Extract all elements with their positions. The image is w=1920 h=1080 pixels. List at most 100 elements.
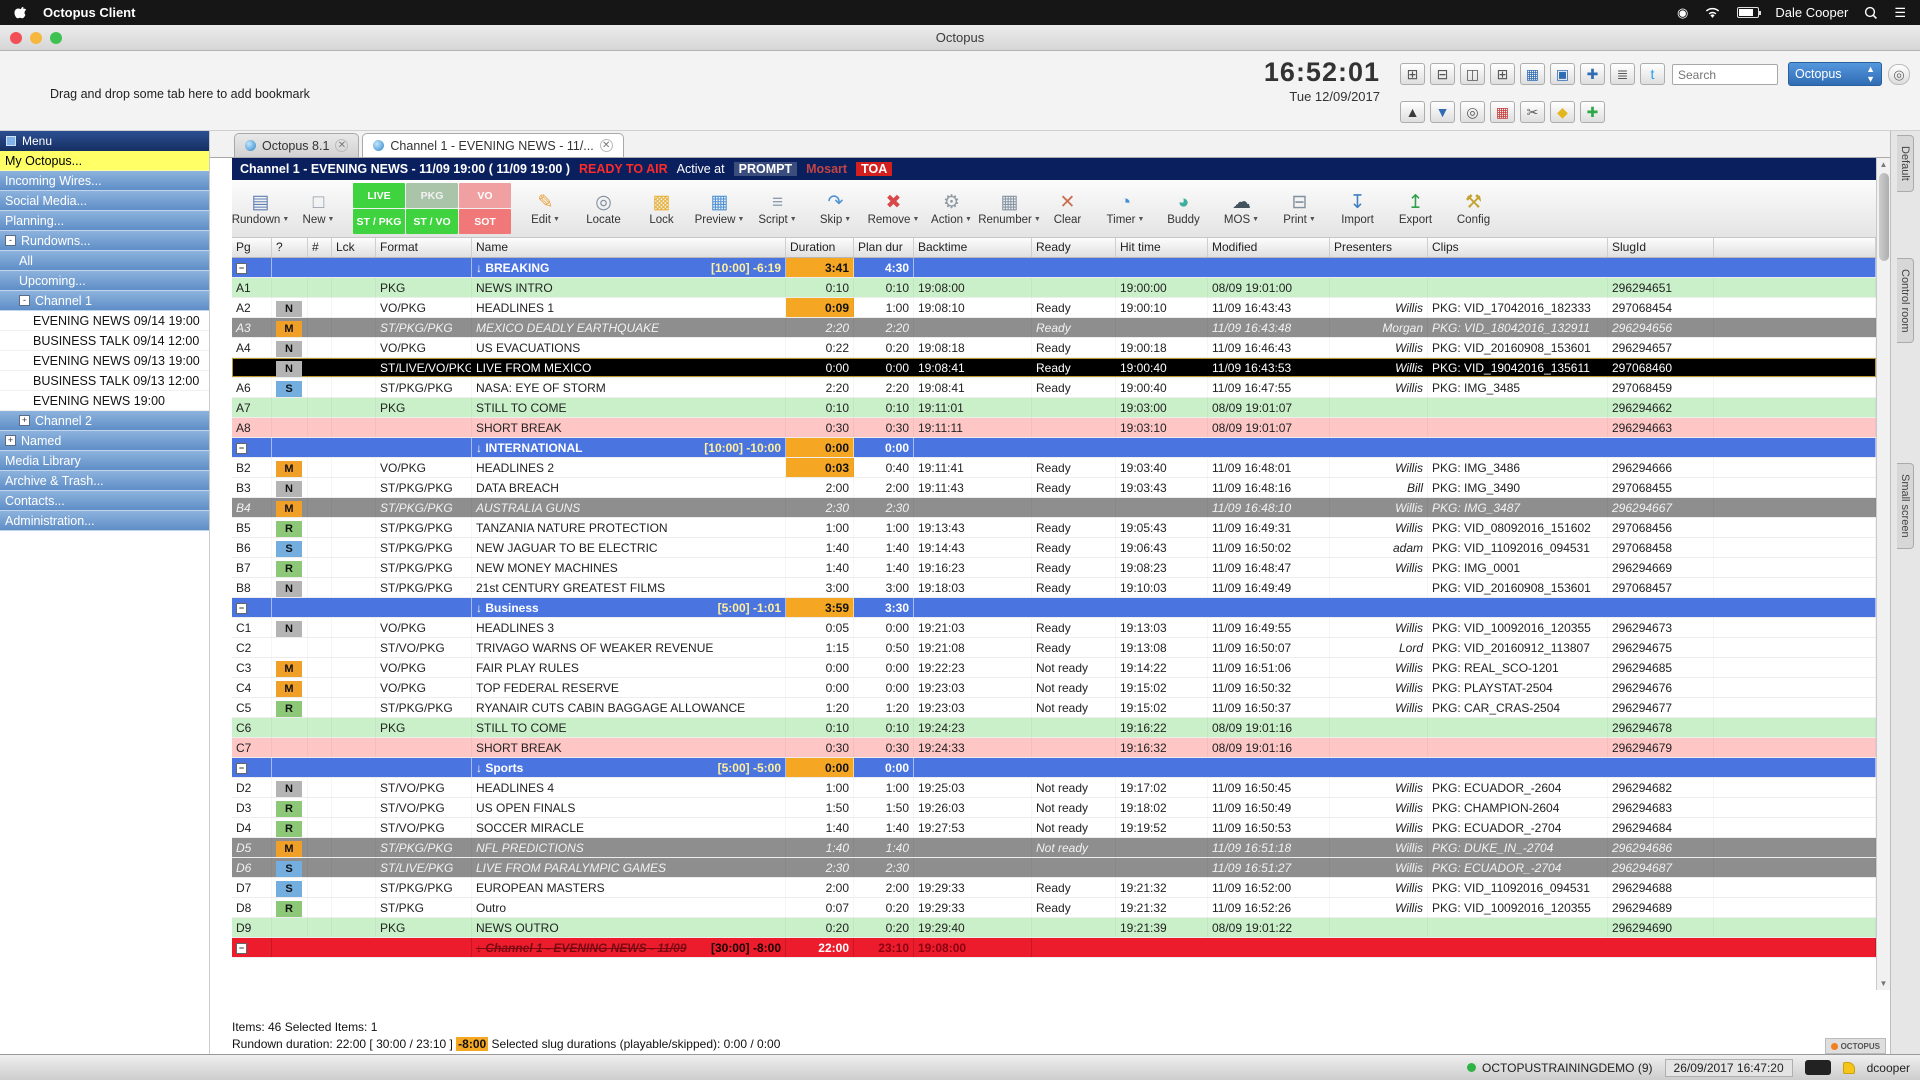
column-header-modified[interactable]: Modified: [1208, 238, 1330, 257]
layout-split-icon[interactable]: ⊞: [1490, 63, 1515, 85]
sidebar-item-upcoming[interactable]: Upcoming...: [0, 271, 209, 291]
panel-tab-small-screen[interactable]: Small screen: [1897, 463, 1914, 549]
rundown-row[interactable]: A7PKGSTILL TO COME0:100:1019:11:0119:03:…: [232, 398, 1876, 418]
control-center-icon[interactable]: ☰: [1894, 5, 1906, 21]
collapse-icon[interactable]: −: [236, 603, 247, 614]
remove-button[interactable]: ✖Remove▼: [865, 182, 922, 235]
column-header-plan-dur[interactable]: Plan dur: [854, 238, 914, 257]
export-button[interactable]: ↥Export: [1387, 182, 1444, 235]
column-header-lck[interactable]: Lck: [332, 238, 376, 257]
tree-expander-icon[interactable]: +: [19, 415, 30, 426]
sidebar-item-media-library[interactable]: Media Library: [0, 451, 209, 471]
rundown-row[interactable]: D6SST/LIVE/PKGLIVE FROM PARALYMPIC GAMES…: [232, 858, 1876, 878]
rundown-row[interactable]: B3NST/PKG/PKGDATA BREACH2:002:0019:11:43…: [232, 478, 1876, 498]
format-sot-button[interactable]: SOT: [459, 209, 511, 234]
sidebar-item-rundowns[interactable]: -Rundowns...: [0, 231, 209, 251]
lock-button[interactable]: ▩Lock: [633, 182, 690, 235]
panel-add-icon[interactable]: ✚: [1580, 63, 1605, 85]
tab-octopus-8-1[interactable]: Octopus 8.1✕: [234, 133, 359, 157]
rundown-row[interactable]: C1NVO/PKGHEADLINES 30:050:0019:21:03Read…: [232, 618, 1876, 638]
rundown-row[interactable]: D5MST/PKG/PKGNFL PREDICTIONS1:401:40Not …: [232, 838, 1876, 858]
rundown-row[interactable]: C5RST/PKG/PKGRYANAIR CUTS CABIN BAGGAGE …: [232, 698, 1876, 718]
server-name[interactable]: OCTOPUSTRAININGDEMO (9): [1482, 1061, 1652, 1075]
format-st-pkg-button[interactable]: ST / PKG: [353, 209, 405, 234]
column-header-format[interactable]: Format: [376, 238, 472, 257]
rundown-row[interactable]: D8RST/PKGOutro0:070:2019:29:33Ready19:21…: [232, 898, 1876, 918]
search-small-icon[interactable]: ◎: [1460, 101, 1485, 123]
sidebar-item-planning[interactable]: Planning...: [0, 211, 209, 231]
console-button[interactable]: [1805, 1060, 1831, 1075]
minimize-window-button[interactable]: [30, 32, 42, 44]
vertical-scrollbar[interactable]: ▲ ▼: [1876, 158, 1890, 990]
mosart-badge[interactable]: Mosart: [806, 162, 847, 176]
close-window-button[interactable]: [10, 32, 22, 44]
rundown-button[interactable]: ▤Rundown▼: [232, 182, 289, 235]
timer-button[interactable]: ◔Timer▼: [1097, 182, 1154, 235]
sidebar-item-business-talk-09-14-12-00[interactable]: BUSINESS TALK 09/14 12:00: [0, 331, 209, 351]
layout-table-icon[interactable]: ⊞: [1400, 63, 1425, 85]
renumber-button[interactable]: ▦Renumber▼: [981, 182, 1038, 235]
clear-button[interactable]: ✕Clear: [1039, 182, 1096, 235]
rundown-row[interactable]: B5RST/PKG/PKGTANZANIA NATURE PROTECTION1…: [232, 518, 1876, 538]
list-view-icon[interactable]: ≣: [1610, 63, 1635, 85]
tab-close-icon[interactable]: ✕: [600, 139, 613, 152]
new-button[interactable]: □New▼: [290, 182, 347, 235]
column-header-name[interactable]: Name: [472, 238, 786, 257]
search-input[interactable]: [1672, 64, 1778, 85]
tree-expander-icon[interactable]: -: [19, 295, 30, 306]
import-button[interactable]: ↧Import: [1329, 182, 1386, 235]
column-header-slugid[interactable]: SlugId: [1608, 238, 1714, 257]
group-row[interactable]: −↓ BREAKING[10:00] -6:193:414:30: [232, 258, 1876, 278]
rundown-row[interactable]: B2MVO/PKGHEADLINES 20:030:4019:11:41Read…: [232, 458, 1876, 478]
sidebar-item-administration[interactable]: Administration...: [0, 511, 209, 531]
preview-button[interactable]: ▦Preview▼: [691, 182, 748, 235]
rundown-row[interactable]: B8NST/PKG/PKG21st CENTURY GREATEST FILMS…: [232, 578, 1876, 598]
screen-blue-icon[interactable]: ▦: [1520, 63, 1545, 85]
rundown-row[interactable]: A1PKGNEWS INTRO0:100:1019:08:0019:00:000…: [232, 278, 1876, 298]
cut-icon[interactable]: ✂: [1520, 101, 1545, 123]
locate-button[interactable]: ◎Locate: [575, 182, 632, 235]
group-row[interactable]: −↓ INTERNATIONAL[10:00] -10:000:000:00: [232, 438, 1876, 458]
alert-icon[interactable]: ▲: [1400, 101, 1425, 123]
format-live-button[interactable]: LIVE: [353, 183, 405, 208]
print-button[interactable]: ⊟Print▼: [1271, 182, 1328, 235]
tree-expander-icon[interactable]: -: [5, 235, 16, 246]
skip-button[interactable]: ↷Skip▼: [807, 182, 864, 235]
column-header-[interactable]: ?: [272, 238, 308, 257]
column-header-hit-time[interactable]: Hit time: [1116, 238, 1208, 257]
sidebar-item-social-media[interactable]: Social Media...: [0, 191, 209, 211]
sidebar-item-channel-1[interactable]: -Channel 1: [0, 291, 209, 311]
search-scope-select[interactable]: Octopus ▲▼: [1788, 62, 1882, 86]
rundown-row[interactable]: B7RST/PKG/PKGNEW MONEY MACHINES1:401:401…: [232, 558, 1876, 578]
window-titlebar[interactable]: Octopus: [0, 25, 1920, 51]
scroll-down-arrow-icon[interactable]: ▼: [1880, 977, 1888, 990]
rundown-row[interactable]: B4MST/PKG/PKGAUSTRALIA GUNS2:302:3011/09…: [232, 498, 1876, 518]
config-button[interactable]: ⚒Config: [1445, 182, 1502, 235]
tab-channel-1-evening-news-11[interactable]: Channel 1 - EVENING NEWS - 11/...✕: [362, 133, 623, 157]
twitter-icon[interactable]: t: [1640, 63, 1665, 85]
tag-icon[interactable]: ◆: [1550, 101, 1575, 123]
rundown-row[interactable]: C7SHORT BREAK0:300:3019:24:3319:16:3208/…: [232, 738, 1876, 758]
rundown-row[interactable]: C6PKGSTILL TO COME0:100:1019:24:2319:16:…: [232, 718, 1876, 738]
tab-close-icon[interactable]: ✕: [335, 139, 348, 152]
total-row[interactable]: −↓ Channel 1 - EVENING NEWS - 11/09[30:0…: [232, 938, 1876, 958]
sidebar-item-all[interactable]: All: [0, 251, 209, 271]
column-header-[interactable]: #: [308, 238, 332, 257]
apple-menu-icon[interactable]: [14, 5, 27, 20]
rundown-row[interactable]: C2ST/VO/PKGTRIVAGO WARNS OF WEAKER REVEN…: [232, 638, 1876, 658]
column-header-presenters[interactable]: Presenters: [1330, 238, 1428, 257]
add-green-icon[interactable]: ✚: [1580, 101, 1605, 123]
rundown-row[interactable]: A6SST/PKG/PKGNASA: EYE OF STORM2:202:201…: [232, 378, 1876, 398]
collapse-icon[interactable]: −: [236, 763, 247, 774]
group-row[interactable]: −↓ Business[5:00] -1:013:593:30: [232, 598, 1876, 618]
rundown-row[interactable]: D4RST/VO/PKGSOCCER MIRACLE1:401:4019:27:…: [232, 818, 1876, 838]
column-header-clips[interactable]: Clips: [1428, 238, 1608, 257]
sidebar-item-evening-news-09-14-19-00[interactable]: EVENING NEWS 09/14 19:00: [0, 311, 209, 331]
format-st-vo-button[interactable]: ST / VO: [406, 209, 458, 234]
format-pkg-button[interactable]: PKG: [406, 183, 458, 208]
rundown-row[interactable]: NST/LIVE/VO/PKGLIVE FROM MEXICO0:000:001…: [232, 358, 1876, 378]
sidebar-item-contacts[interactable]: Contacts...: [0, 491, 209, 511]
mos-button[interactable]: ☁MOS▼: [1213, 182, 1270, 235]
rundown-row[interactable]: A4NVO/PKGUS EVACUATIONS0:220:2019:08:18R…: [232, 338, 1876, 358]
column-header-backtime[interactable]: Backtime: [914, 238, 1032, 257]
